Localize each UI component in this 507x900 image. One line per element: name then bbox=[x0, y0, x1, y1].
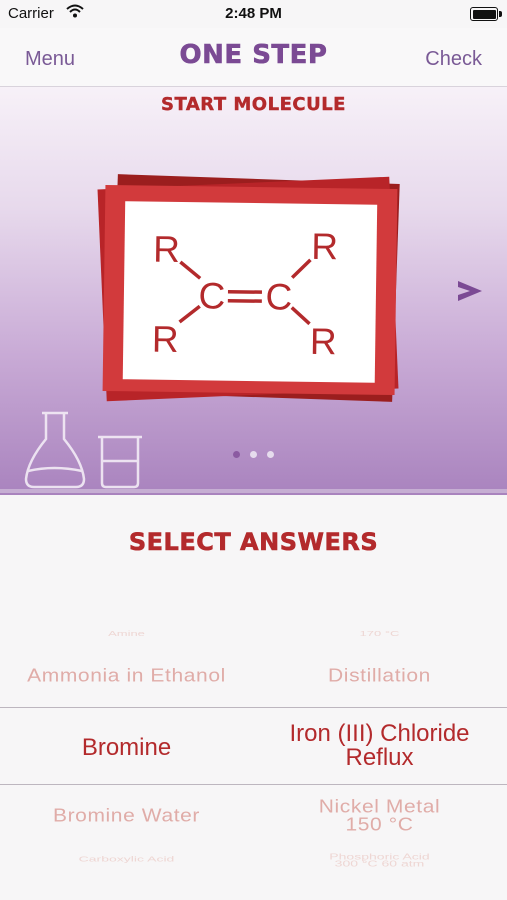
condition-wheel[interactable]: 170 °C Distillation Iron (III) Chloride … bbox=[253, 600, 506, 900]
condition-option-selected[interactable]: Iron (III) Chloride Reflux bbox=[253, 722, 506, 770]
carbon-left: C bbox=[198, 275, 225, 316]
reagent-option[interactable]: Carboxylic Acid bbox=[0, 855, 253, 864]
condition-option[interactable]: 170 °C bbox=[253, 629, 506, 637]
flask-decoration-icon bbox=[18, 409, 153, 494]
reagent-wheel[interactable]: Amine Ammonia in Ethanol Bromine Bromine… bbox=[0, 600, 253, 900]
carbon-right: C bbox=[265, 276, 292, 317]
condition-option[interactable]: Phosphoric Acid 300 °C 60 atm bbox=[253, 852, 506, 868]
condition-option[interactable]: Distillation bbox=[253, 665, 506, 686]
substituent-top-left: R bbox=[153, 229, 180, 270]
substituent-bottom-left: R bbox=[152, 319, 179, 360]
substituent-bottom-right: R bbox=[310, 321, 337, 362]
reagent-option[interactable]: Bromine Water bbox=[0, 805, 253, 826]
start-molecule-carousel[interactable]: START MOLECULE R R R R C C bbox=[0, 87, 507, 495]
clock: 2:48 PM bbox=[225, 5, 282, 22]
condition-option[interactable]: Nickel Metal 150 °C bbox=[253, 797, 506, 834]
page-dot-1[interactable] bbox=[233, 451, 240, 458]
reagent-option[interactable]: Ammonia in Ethanol bbox=[0, 665, 253, 686]
status-bar: Carrier 2:48 PM bbox=[0, 0, 507, 28]
battery-icon bbox=[470, 7, 502, 21]
nav-bar: Menu ONE STEP Check bbox=[0, 28, 507, 87]
molecule-structure: R R R R C C bbox=[122, 201, 378, 383]
page-dot-2[interactable] bbox=[250, 451, 257, 458]
next-arrow-icon[interactable] bbox=[452, 273, 488, 309]
molecule-card[interactable]: R R R R C C bbox=[96, 174, 406, 407]
reagent-option[interactable]: Amine bbox=[0, 629, 253, 637]
reagent-option-selected[interactable]: Bromine bbox=[0, 734, 253, 762]
substituent-top-right: R bbox=[311, 226, 338, 267]
page-dot-3[interactable] bbox=[267, 451, 274, 458]
select-answers-title: SELECT ANSWERS bbox=[128, 528, 379, 557]
start-molecule-label: START MOLECULE bbox=[161, 94, 346, 115]
answer-picker[interactable]: Amine Ammonia in Ethanol Bromine Bromine… bbox=[0, 600, 507, 900]
check-button[interactable]: Check bbox=[425, 48, 482, 71]
page-indicator[interactable] bbox=[228, 445, 279, 463]
